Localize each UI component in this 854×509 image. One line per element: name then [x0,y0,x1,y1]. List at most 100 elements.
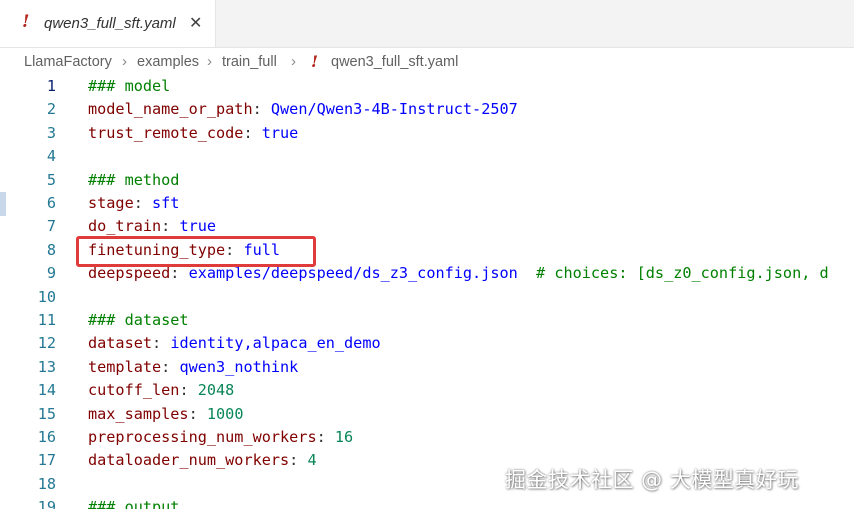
line-number: 10 [37,287,56,306]
code-text: ### dataset [88,311,189,329]
code-text: model_name_or_path: Qwen/Qwen3-4B-Instru… [88,100,518,118]
code-token-punct: : [152,334,171,353]
close-icon[interactable]: ✕ [189,13,202,32]
code-text: ### model [88,77,170,95]
line-number: 7 [46,217,56,236]
breadcrumb: LlamaFactory › examples › train_full › !… [0,48,854,78]
tab-title: qwen3_full_sft.yaml [44,15,176,32]
code-text: dataset: identity,alpaca_en_demo [88,334,381,352]
code-token-punct: : [133,194,153,212]
code-token-punct: : [316,428,335,446]
code-token-key: stage [88,194,134,212]
line-number: 8 [46,240,56,259]
code-token-punct: : [161,357,180,376]
code-token-comment: ### model [88,77,171,95]
breadcrumb-item-train-full[interactable]: train_full [222,54,277,70]
code-text: stage: sft [88,194,179,212]
code-token-bool: true [261,123,299,142]
line-number: 18 [37,474,56,493]
code-text: template: qwen3_nothink [88,358,298,376]
tab-qwen3-full-sft-yaml[interactable]: ! qwen3_full_sft.yaml ✕ [0,0,216,47]
line-number: 14 [37,381,56,400]
code-token-comment: ### dataset [88,311,189,329]
chevron-right-icon: › [207,53,212,70]
code-token-punct: : [289,451,308,470]
line-number: 2 [46,100,56,119]
line-number: 4 [46,147,56,166]
code-token-key: max_samples [88,404,189,423]
code-token-bool: true [179,217,217,236]
code-token-str: qwen3_nothink [179,357,299,376]
code-text: trust_remote_code: true [88,124,298,142]
code-text: cutoff_len: 2048 [88,381,234,399]
code-line[interactable]: 6 stage: sft [0,194,854,217]
line-number: 1 [46,77,56,95]
code-line[interactable]: 15 max_samples: 1000 [0,405,854,428]
chevron-right-icon: › [291,53,296,70]
breadcrumb-item-file[interactable]: qwen3_full_sft.yaml [331,54,458,70]
chevron-right-icon: › [122,53,127,70]
code-token-key: dataset [88,334,153,353]
code-token-num: 2048 [197,381,235,400]
code-editor[interactable]: 1 ### model 2 model_name_or_path: Qwen/Qwen… [0,76,854,509]
code-token-key: trust_remote_code [88,123,244,142]
line-number: 3 [46,123,56,142]
yaml-file-icon: ! [311,52,319,71]
code-token-punct: : [252,100,271,119]
code-text: ### method [88,171,179,189]
code-line[interactable]: 9 deepspeed: examples/deepspeed/ds_z3_con… [0,264,854,287]
code-line[interactable]: 2 model_name_or_path: Qwen/Qwen3-4B-Instr… [0,100,854,123]
line-number: 6 [46,194,56,212]
line-number: 12 [37,334,56,353]
code-line[interactable]: 3 trust_remote_code: true [0,124,854,147]
code-token-comment: ### output [88,498,180,509]
line-number: 5 [46,170,56,189]
breadcrumb-item-examples[interactable]: examples [137,54,199,70]
code-token-inline-comment: # choices: [ds_z0_config.json, d [517,264,829,283]
code-token-str: identity,alpaca_en_demo [170,334,381,353]
code-line[interactable]: 14 cutoff_len: 2048 [0,381,854,404]
code-token-key: template [88,357,162,376]
code-token-key: cutoff_len [88,381,180,400]
code-line[interactable]: 5 ### method [0,171,854,194]
code-token-comment: ### method [88,170,180,189]
highlight-box [76,236,316,267]
line-number: 15 [37,404,56,423]
line-number: 19 [37,498,56,509]
code-text: max_samples: 1000 [88,405,243,423]
line-number: 13 [37,357,56,376]
code-text: dataloader_num_workers: 4 [88,451,317,469]
code-token-punct: : [188,404,207,423]
line-number: 11 [37,311,56,329]
code-line[interactable]: 12 dataset: identity,alpaca_en_demo [0,334,854,357]
code-line[interactable]: 16 preprocessing_num_workers: 16 [0,428,854,451]
code-token-punct: : [179,381,198,400]
code-line[interactable]: 13 template: qwen3_nothink [0,358,854,381]
code-token-key: preprocessing_num_workers [88,428,317,446]
code-line[interactable]: 11 ### dataset [0,311,854,334]
code-token-num: 16 [334,428,354,446]
code-token-num: 1000 [206,404,244,423]
code-text: ### output [88,498,179,509]
line-number: 9 [46,264,56,283]
breadcrumb-item-llamafactory[interactable]: LlamaFactory [24,54,112,70]
line-number: 16 [37,428,56,446]
line-number: 17 [37,451,56,470]
code-line[interactable]: 10 [0,288,854,311]
code-token-punct: : [161,217,180,236]
code-token-key: do_train [88,217,162,236]
code-text: do_train: true [88,217,216,235]
code-line[interactable]: 4 [0,147,854,170]
code-token-str: Qwen/Qwen3-4B-Instruct-2507 [270,100,518,119]
code-token-punct: : [243,123,262,142]
code-token-key: model_name_or_path [88,100,253,119]
tab-bar: ! qwen3_full_sft.yaml ✕ [0,0,854,48]
editor-window: ! qwen3_full_sft.yaml ✕ LlamaFactory › e… [0,0,854,509]
code-line[interactable]: 1 ### model [0,77,854,100]
code-line[interactable]: 19 ### output [0,498,854,509]
code-token-num: 4 [307,451,317,470]
code-token-key: dataloader_num_workers [88,451,290,470]
watermark: 掘金技术社区 @ 大模型真好玩 [505,468,799,492]
yaml-file-icon: ! [22,12,30,32]
code-text: preprocessing_num_workers: 16 [88,428,353,446]
